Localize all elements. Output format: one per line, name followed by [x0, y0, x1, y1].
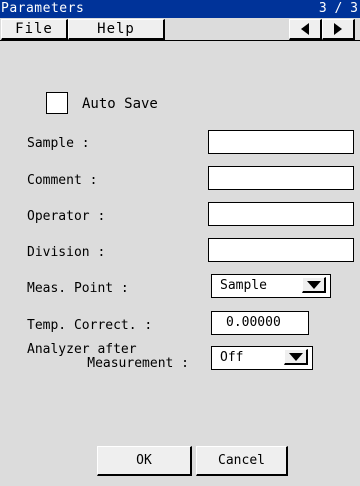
previous-page-button[interactable] [289, 19, 322, 40]
analyzer-value: Off [220, 350, 244, 365]
operator-input[interactable] [208, 202, 354, 226]
analyzer-label-line1: Analyzer after [27, 342, 137, 357]
chevron-down-icon [289, 353, 303, 361]
analyzer-select[interactable]: Off [211, 346, 313, 370]
comment-input[interactable] [208, 166, 354, 190]
parameters-window: Parameters 3 / 3 File Help Auto Save Sam… [0, 0, 360, 486]
temp-correct-input[interactable]: 0.00000 [211, 311, 309, 335]
sample-label: Sample : [27, 136, 90, 151]
menu-bar: File Help [0, 18, 360, 41]
file-menu-button[interactable]: File [1, 19, 68, 40]
auto-save-label: Auto Save [82, 96, 158, 112]
cancel-button[interactable]: Cancel [196, 446, 288, 476]
sample-input[interactable] [208, 130, 354, 154]
temp-correct-label: Temp. Correct. : [27, 318, 153, 333]
right-arrow-icon [334, 23, 342, 35]
ok-button[interactable]: OK [97, 446, 192, 476]
operator-label: Operator : [27, 209, 106, 224]
left-arrow-icon [301, 23, 309, 35]
meas-point-dropdown-button[interactable] [302, 277, 326, 293]
comment-label: Comment : [27, 173, 98, 188]
title-bar: Parameters 3 / 3 [0, 0, 360, 18]
analyzer-dropdown-button[interactable] [284, 349, 308, 365]
meas-point-select[interactable]: Sample [211, 274, 331, 298]
next-page-button[interactable] [322, 19, 355, 40]
help-menu-button[interactable]: Help [68, 19, 165, 40]
division-label: Division : [27, 245, 106, 260]
page-indicator: 3 / 3 [318, 1, 358, 16]
window-title: Parameters [1, 1, 85, 16]
division-input[interactable] [208, 238, 354, 262]
meas-point-value: Sample [220, 278, 267, 293]
chevron-down-icon [307, 281, 321, 289]
meas-point-label: Meas. Point : [27, 281, 129, 296]
auto-save-checkbox[interactable] [46, 92, 68, 114]
analyzer-label-line2: Measurement : [87, 356, 189, 371]
